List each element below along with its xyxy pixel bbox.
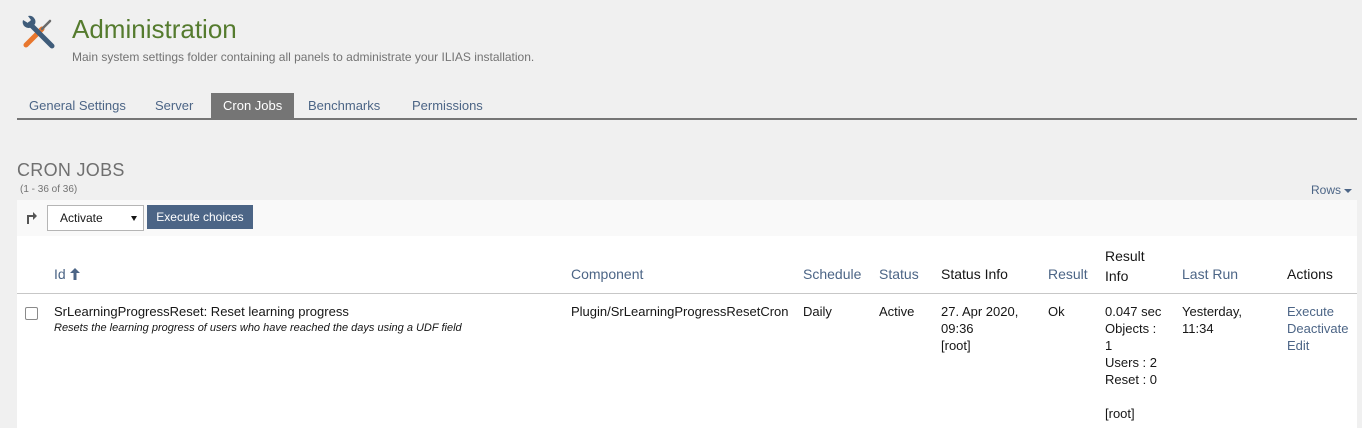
column-header-actions: Actions (1287, 266, 1333, 282)
execute-choices-button[interactable]: Execute choices (147, 205, 253, 229)
job-result: Ok (1048, 304, 1065, 319)
last-run-line: 11:34 (1182, 321, 1214, 336)
rows-dropdown[interactable]: Rows (1311, 183, 1352, 197)
result-info-line: Reset : 0 (1105, 372, 1158, 387)
tab-benchmarks[interactable]: Benchmarks (296, 93, 392, 119)
page-description: Main system settings folder containing a… (72, 50, 535, 64)
row-count: (1 - 36 of 36) (20, 184, 78, 195)
column-header-id[interactable]: Id (54, 266, 80, 282)
column-header-status[interactable]: Status (879, 266, 919, 282)
status-info-line: 27. Apr 2020, (941, 304, 1019, 319)
last-run-line: Yesterday, (1182, 304, 1242, 319)
job-last-run: Yesterday, 11:34 (1182, 303, 1242, 337)
deactivate-link[interactable]: Deactivate (1287, 320, 1348, 337)
table-header: Id Component Schedule Status Status Info… (17, 236, 1357, 294)
status-info-line: 09:36 (941, 321, 974, 336)
section-title: CRON JOBS (17, 160, 125, 180)
column-header-last-run[interactable]: Last Run (1182, 266, 1238, 282)
caret-down-icon (1344, 188, 1352, 193)
cron-jobs-table: Id Component Schedule Status Status Info… (17, 236, 1357, 428)
result-info-line: 1 (1105, 338, 1113, 353)
status-info-line: [root] (941, 338, 971, 353)
tab-server[interactable]: Server (143, 93, 205, 119)
rows-label: Rows (1310, 183, 1341, 197)
result-info-spacer (1105, 388, 1161, 405)
job-result-info: 0.047 sec Objects : 1 Users : 2 Reset : … (1105, 303, 1161, 422)
corner-arrow-icon (25, 210, 39, 224)
execute-link[interactable]: Execute (1287, 303, 1348, 320)
tab-bar: General Settings Server Cron Jobs Benchm… (17, 93, 1357, 120)
result-info-line: [root] (1105, 406, 1135, 421)
action-select-value: Activate (60, 211, 103, 225)
action-select[interactable]: Activate (47, 205, 144, 231)
job-status-info: 27. Apr 2020, 09:36 [root] (941, 303, 1018, 354)
select-caret-icon (131, 216, 137, 221)
result-info-line-2: Info (1105, 268, 1129, 284)
result-info-line-1: Result (1105, 248, 1145, 264)
result-info-line: Objects : (1105, 321, 1157, 336)
result-info-line: 0.047 sec (1105, 304, 1162, 319)
job-actions: Execute Deactivate Edit (1287, 303, 1348, 354)
sort-up-arrow-icon (69, 268, 80, 280)
column-header-schedule[interactable]: Schedule (803, 266, 861, 282)
multi-action-toolbar: Activate Execute choices (17, 200, 1357, 236)
tab-permissions[interactable]: Permissions (400, 93, 495, 119)
tools-icon (20, 14, 58, 50)
tab-cron-jobs[interactable]: Cron Jobs (211, 93, 295, 119)
column-header-status-info: Status Info (941, 266, 1008, 282)
job-component: Plugin/SrLearningProgressResetCron (571, 304, 789, 319)
row-checkbox[interactable] (25, 307, 38, 320)
page-title: Administration (72, 14, 237, 44)
edit-link[interactable]: Edit (1287, 337, 1348, 354)
job-description: Resets the learning progress of users wh… (54, 322, 462, 334)
column-header-result[interactable]: Result (1048, 266, 1088, 282)
column-header-result-info: Result Info (1105, 246, 1145, 286)
column-id-label: Id (54, 266, 66, 282)
column-header-component[interactable]: Component (571, 266, 643, 282)
result-info-line: Users : 2 (1105, 355, 1158, 370)
tab-general-settings[interactable]: General Settings (17, 93, 138, 119)
job-status: Active (879, 304, 915, 319)
job-title: SrLearningProgressReset: Reset learning … (54, 304, 349, 319)
job-schedule: Daily (803, 304, 832, 319)
